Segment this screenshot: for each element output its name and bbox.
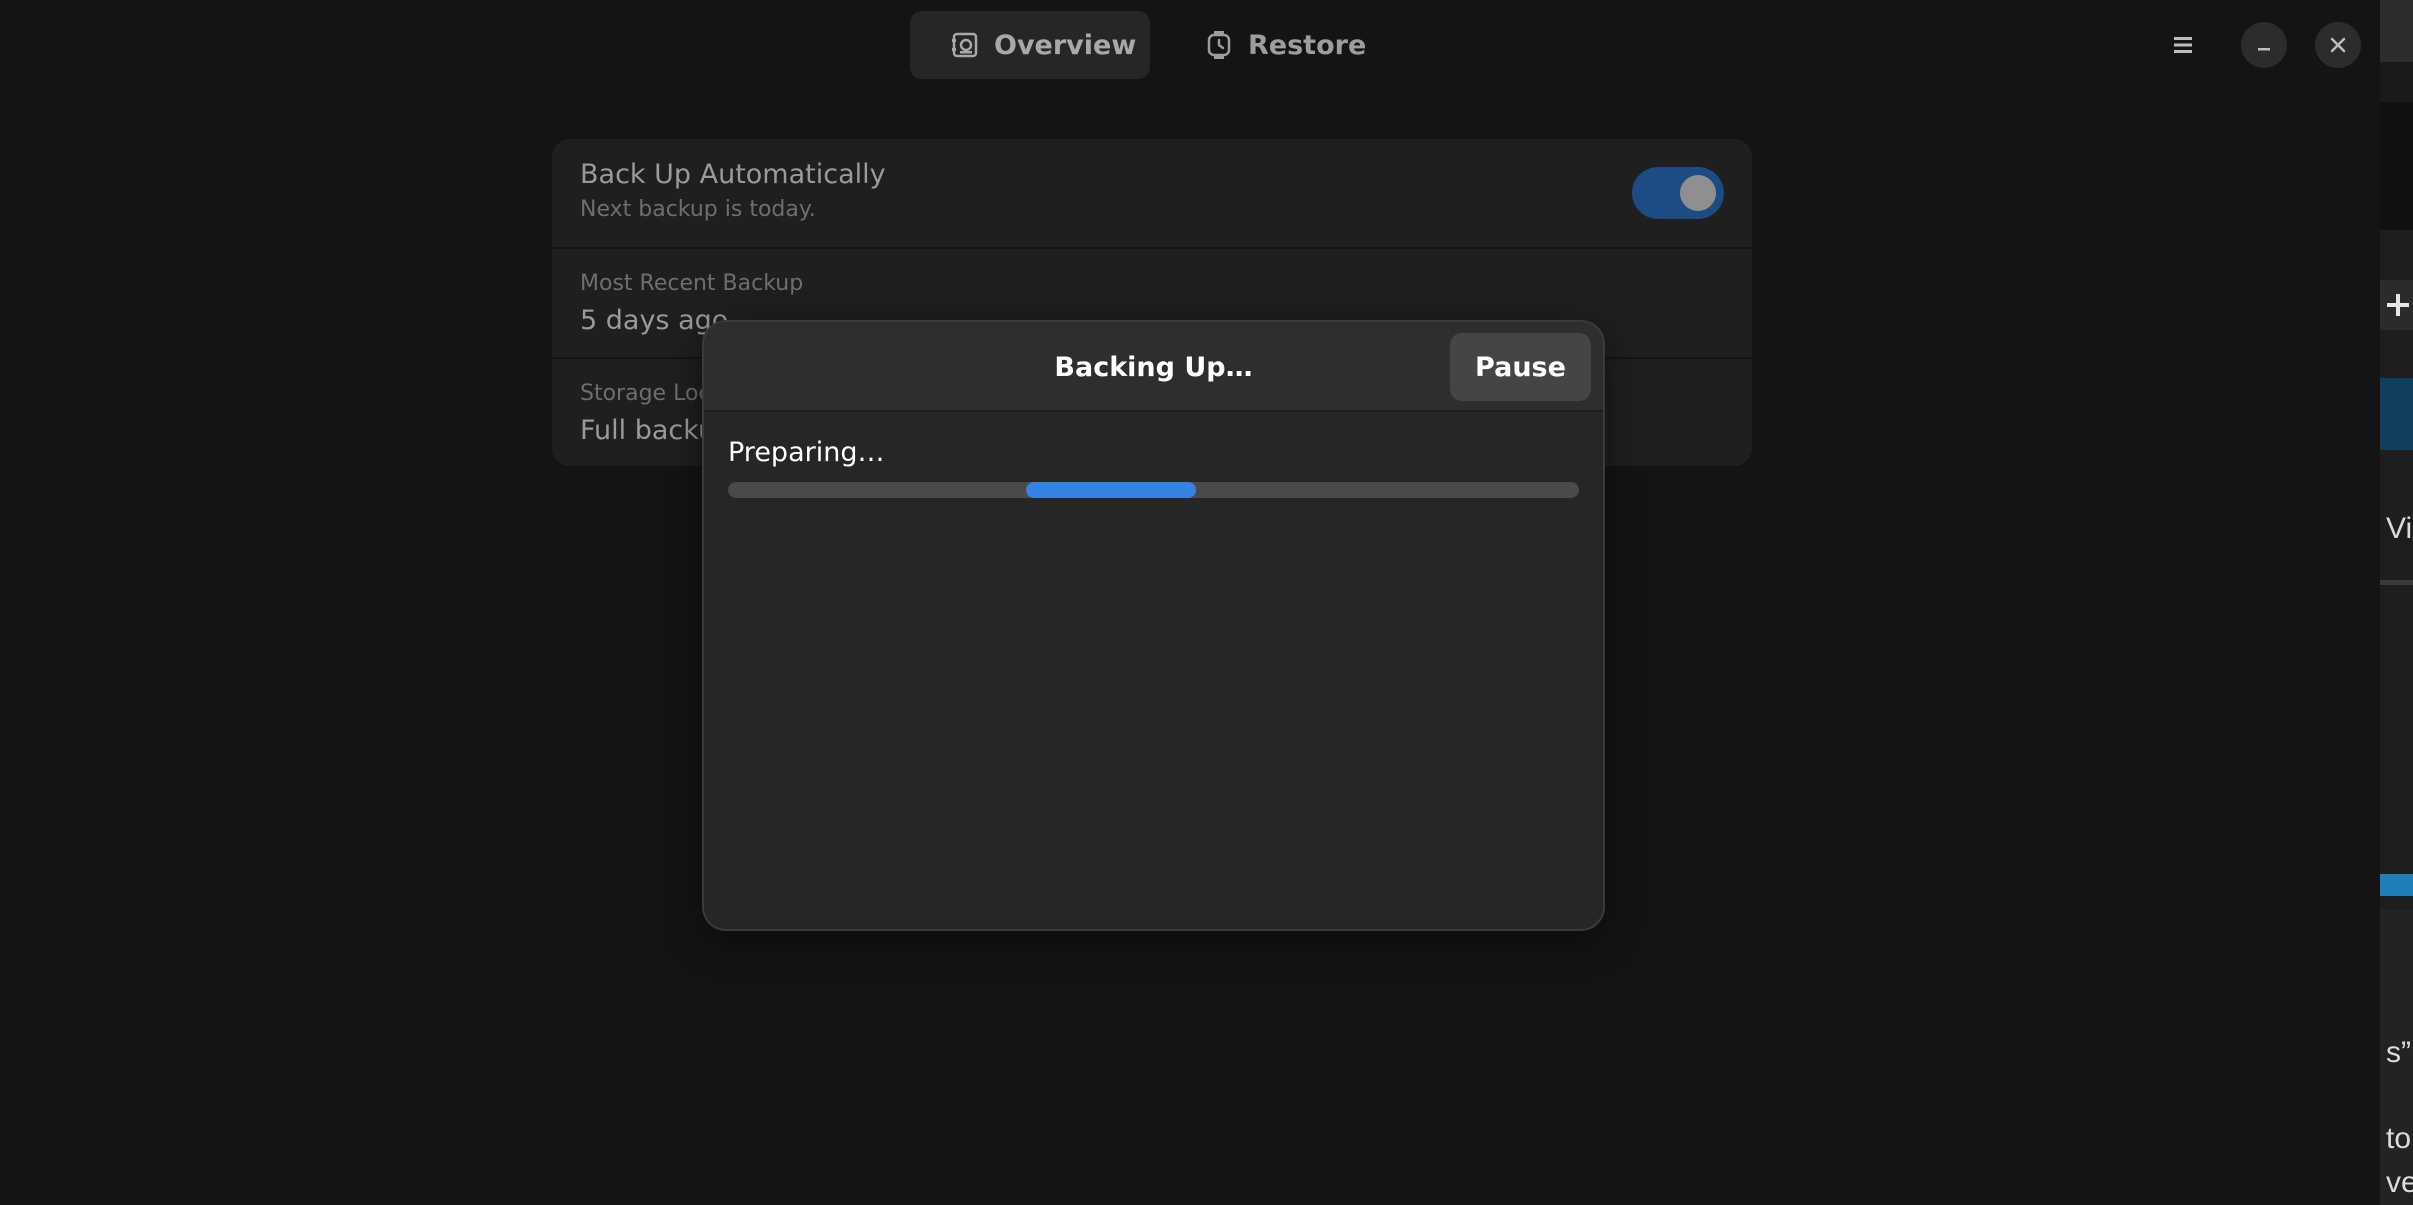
overview-icon (952, 32, 978, 58)
bg-text-4: ve (2386, 1166, 2413, 1199)
app-window: Overview Restore Back Up Automatically N… (0, 0, 2380, 1205)
bg-blue-strip (2380, 874, 2413, 896)
dialog-header: Backing Up… Pause (704, 322, 1603, 412)
bg-strip (2380, 62, 2413, 102)
hamburger-menu-icon (2174, 37, 2192, 53)
most-recent-backup-caption: Most Recent Backup (580, 271, 804, 296)
toggle-knob (1680, 175, 1716, 211)
close-icon (2330, 37, 2346, 53)
restore-clock-icon (1207, 31, 1231, 59)
auto-backup-toggle[interactable] (1632, 167, 1724, 219)
auto-backup-row[interactable]: Back Up Automatically Next backup is tod… (552, 139, 1752, 247)
backing-up-dialog: Backing Up… Pause Preparing… (704, 322, 1603, 929)
pause-button[interactable]: Pause (1450, 333, 1591, 401)
minimize-icon (2258, 48, 2270, 51)
main-menu-button[interactable] (2160, 22, 2206, 68)
progress-pulse (1025, 482, 1197, 498)
tab-restore[interactable]: Restore (1164, 11, 1384, 79)
storage-location-value: Full backu (580, 415, 716, 446)
plus-icon[interactable] (2384, 291, 2412, 319)
storage-location-caption: Storage Loca (580, 381, 724, 406)
tab-overview-label: Overview (994, 29, 1137, 61)
auto-backup-title: Back Up Automatically (580, 159, 886, 190)
bg-text-2: s” (2386, 1036, 2411, 1069)
bg-text-1: Vi (2386, 512, 2413, 545)
tab-overview[interactable]: Overview (910, 11, 1150, 79)
bg-text-3: to (2386, 1122, 2412, 1155)
progress-bar (728, 482, 1579, 498)
tab-restore-label: Restore (1248, 29, 1367, 61)
bg-dark-strip (2380, 102, 2413, 230)
screen: Overview Restore Back Up Automatically N… (0, 0, 2413, 1205)
bg-tab-strip (2380, 280, 2413, 330)
close-button[interactable] (2315, 22, 2361, 68)
bg-toolbar-strip (2380, 0, 2413, 62)
header-bar: Overview Restore (0, 0, 2380, 90)
minimize-button[interactable] (2241, 22, 2287, 68)
bg-divider (2380, 580, 2413, 585)
backup-status-text: Preparing… (728, 437, 885, 468)
background-window: Vi s” to ve (2380, 0, 2413, 1205)
auto-backup-subtitle: Next backup is today. (580, 197, 816, 222)
bg-highlight-strip (2380, 378, 2413, 450)
